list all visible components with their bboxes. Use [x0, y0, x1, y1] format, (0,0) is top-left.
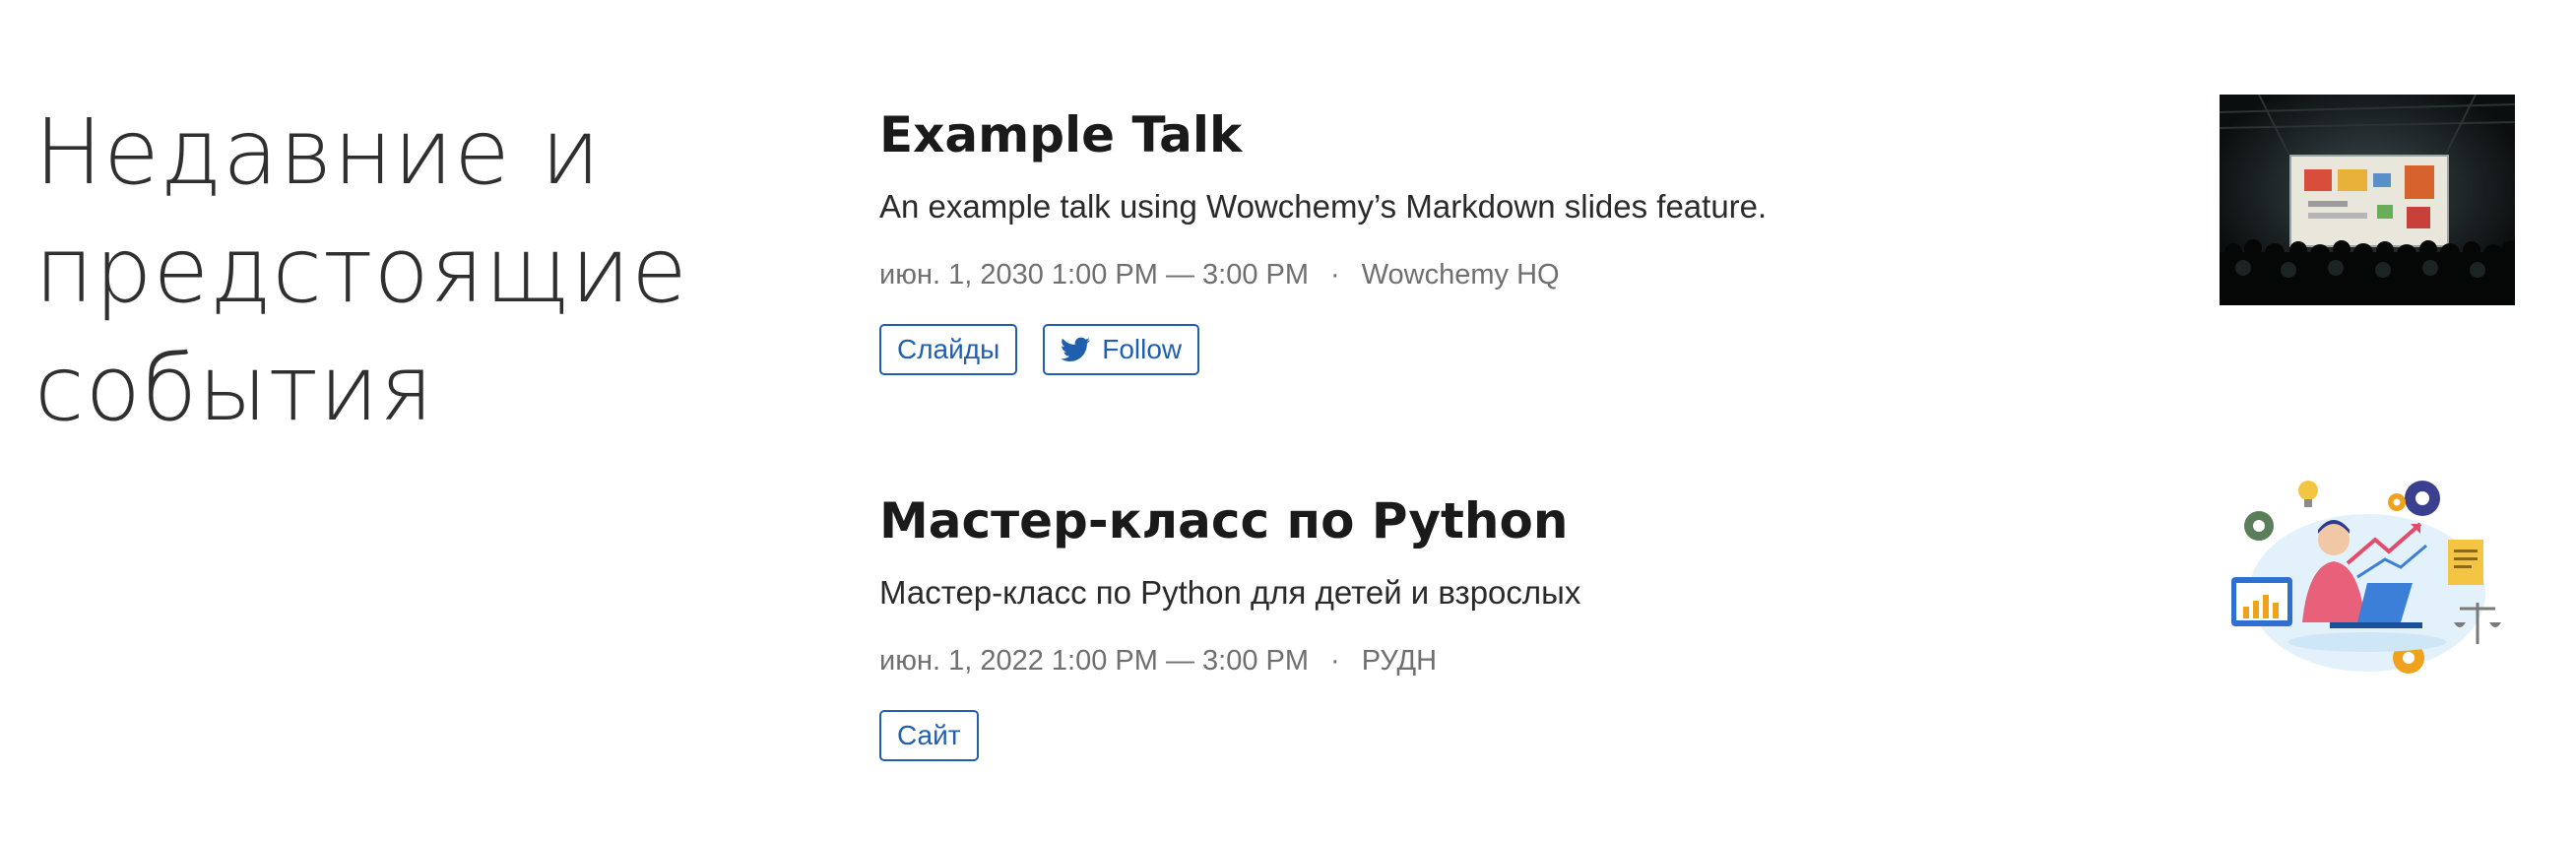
meta-separator: · — [1330, 259, 1340, 291]
event-datetime: июн. 1, 2022 1:00 PM — 3:00 PM — [879, 645, 1310, 677]
slides-button[interactable]: Слайды — [879, 324, 1018, 375]
event-location: Wowchemy HQ — [1361, 259, 1560, 291]
site-button-label: Сайт — [897, 720, 961, 750]
event-thumbnail-conference[interactable] — [2220, 95, 2515, 305]
conference-talk-photo — [2220, 95, 2515, 305]
event-datetime: июн. 1, 2030 1:00 PM — 3:00 PM — [879, 259, 1310, 291]
python-masterclass-illustration — [2231, 481, 2501, 674]
follow-button-label: Follow — [1102, 334, 1183, 364]
twitter-icon — [1061, 337, 1091, 361]
event-buttons: Слайды Follow — [879, 324, 2514, 375]
event-thumbnail-python[interactable] — [2220, 475, 2515, 687]
section-title: Недавние и предстоящие события — [34, 99, 688, 441]
slides-button-label: Слайды — [897, 334, 1000, 364]
event-location: РУДН — [1361, 645, 1438, 677]
event-buttons: Сайт — [879, 710, 2514, 761]
follow-button[interactable]: Follow — [1043, 324, 1200, 375]
meta-separator: · — [1330, 645, 1340, 677]
site-button[interactable]: Сайт — [879, 710, 979, 761]
gear-icon — [2405, 481, 2440, 516]
